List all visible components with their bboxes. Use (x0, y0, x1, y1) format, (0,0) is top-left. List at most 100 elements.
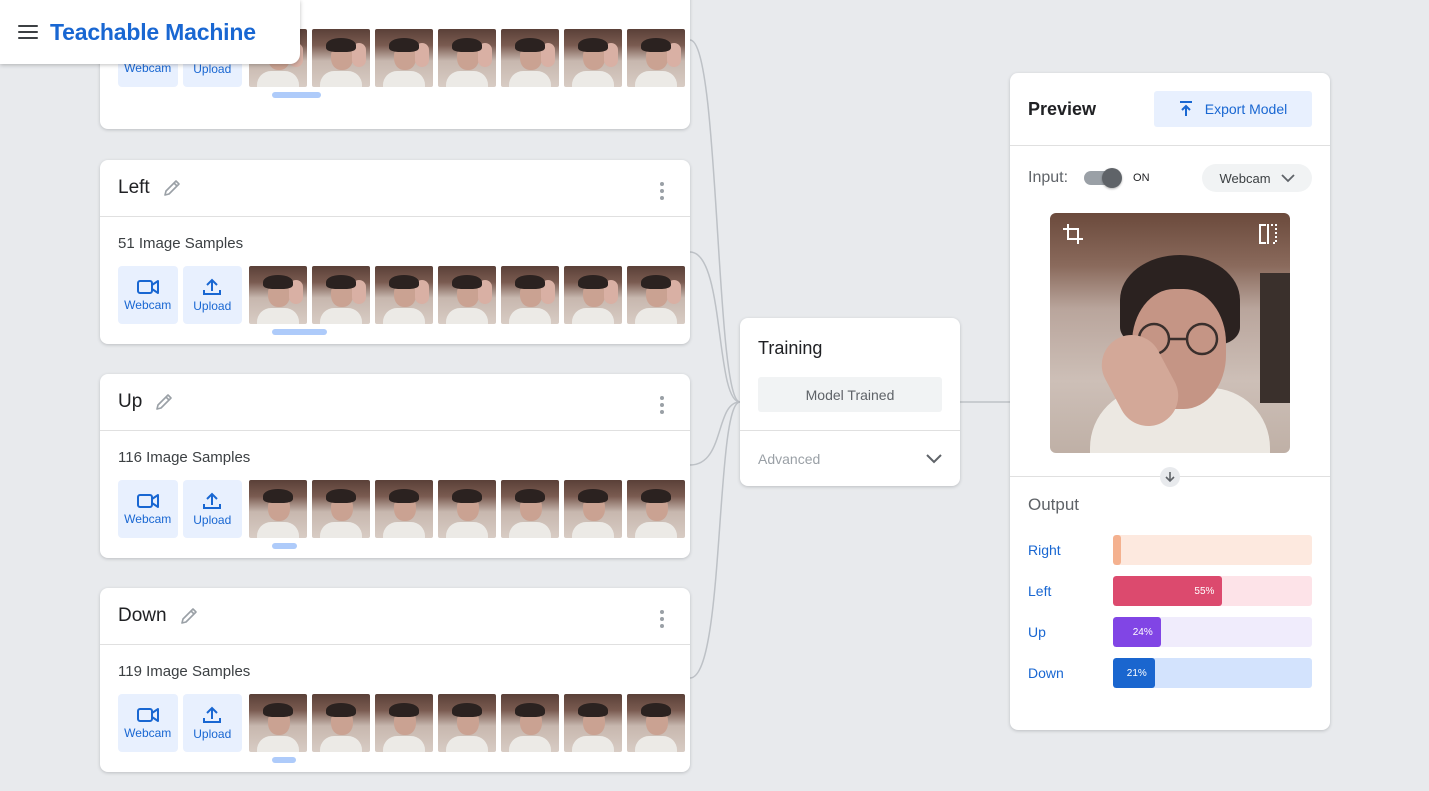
advanced-toggle[interactable]: Advanced (740, 430, 960, 486)
class-name[interactable]: Up (118, 391, 142, 413)
output-row-right: Right (1028, 535, 1312, 565)
webcam-preview (1050, 213, 1290, 453)
upload-button-label: Upload (193, 298, 232, 313)
sample-thumbnail[interactable] (438, 266, 496, 324)
thumbnail-scrollbar[interactable] (272, 92, 321, 98)
sample-thumbnail[interactable] (564, 480, 622, 538)
sample-thumbnail[interactable] (501, 266, 559, 324)
sample-count: 116 Image Samples (118, 449, 251, 466)
sample-thumbnail[interactable] (627, 480, 685, 538)
chevron-down-icon (926, 453, 942, 463)
input-source-select[interactable]: Webcam (1202, 164, 1312, 192)
class-card-up: Up 116 Image Samples Webcam Upload (100, 374, 690, 558)
crop-icon[interactable] (1062, 223, 1084, 245)
output-label: Up (1028, 624, 1046, 640)
class-card-header: Up (100, 374, 690, 431)
sample-thumbnail[interactable] (249, 694, 307, 752)
chevron-down-icon (1280, 173, 1295, 182)
sample-thumbnail[interactable] (627, 266, 685, 324)
sample-thumbnail[interactable] (627, 694, 685, 752)
thumbnail-scrollbar[interactable] (272, 543, 297, 549)
sample-thumbnail[interactable] (627, 29, 685, 87)
sample-thumbnails[interactable] (249, 480, 690, 538)
sample-thumbnail[interactable] (501, 480, 559, 538)
sample-thumbnail[interactable] (312, 694, 370, 752)
input-source-value: Webcam (1219, 170, 1271, 186)
confidence-fill: 21% (1113, 658, 1155, 688)
sample-thumbnail[interactable] (375, 29, 433, 87)
arrow-down-icon[interactable] (1160, 467, 1180, 487)
sample-thumbnail[interactable] (249, 480, 307, 538)
class-card-left: Left 51 Image Samples Webcam Upload (100, 160, 690, 344)
webcam-button[interactable]: Webcam (118, 266, 178, 324)
output-row-left: Left 55% (1028, 576, 1312, 606)
thumbnail-scrollbar[interactable] (272, 757, 296, 763)
sample-thumbnail[interactable] (438, 480, 496, 538)
confidence-bar: 24% (1113, 617, 1312, 647)
upload-icon (203, 492, 222, 509)
sample-thumbnail[interactable] (564, 29, 622, 87)
edit-pencil-icon[interactable] (154, 392, 174, 412)
sample-thumbnail[interactable] (438, 694, 496, 752)
webcam-button[interactable]: Webcam (118, 694, 178, 752)
sample-count: 119 Image Samples (118, 663, 251, 680)
sample-thumbnail[interactable] (564, 694, 622, 752)
sample-thumbnail[interactable] (375, 266, 433, 324)
sample-thumbnail[interactable] (375, 694, 433, 752)
output-title: Output (1028, 495, 1080, 514)
training-title: Training (758, 338, 823, 358)
sample-thumbnails[interactable] (249, 266, 690, 324)
upload-button[interactable]: Upload (182, 266, 242, 324)
app-header: Teachable Machine (0, 0, 300, 64)
class-name[interactable]: Left (118, 177, 150, 199)
hamburger-menu-icon[interactable] (18, 21, 38, 43)
export-upload-icon (1179, 101, 1192, 116)
sample-thumbnail[interactable] (501, 29, 559, 87)
more-options-icon[interactable] (660, 610, 664, 631)
sample-thumbnail[interactable] (312, 29, 370, 87)
edit-pencil-icon[interactable] (162, 178, 182, 198)
confidence-bar: 21% (1113, 658, 1312, 688)
sample-thumbnails[interactable] (249, 29, 690, 87)
upload-icon (203, 278, 222, 295)
output-row-up: Up 24% (1028, 617, 1312, 647)
input-toggle[interactable] (1084, 168, 1123, 188)
export-model-label: Export Model (1204, 101, 1288, 117)
sample-thumbnail[interactable] (375, 480, 433, 538)
sample-thumbnail[interactable] (312, 480, 370, 538)
webcam-button[interactable]: Webcam (118, 480, 178, 538)
upload-button[interactable]: Upload (182, 480, 242, 538)
webcam-button-label: Webcam (124, 297, 172, 312)
thumbnail-scrollbar[interactable] (272, 329, 327, 335)
output-row-down: Down 21% (1028, 658, 1312, 688)
sample-thumbnail[interactable] (501, 694, 559, 752)
output-label: Left (1028, 583, 1052, 599)
sample-thumbnail[interactable] (438, 29, 496, 87)
edit-pencil-icon[interactable] (179, 606, 199, 626)
more-options-icon[interactable] (660, 396, 664, 417)
sample-thumbnails[interactable] (249, 694, 690, 752)
output-label: Down (1028, 665, 1064, 681)
more-options-icon[interactable] (660, 182, 664, 203)
sample-thumbnail[interactable] (312, 266, 370, 324)
app-logo[interactable]: Teachable Machine (50, 19, 256, 46)
flip-horizontal-icon[interactable] (1258, 223, 1278, 245)
train-model-button[interactable]: Model Trained (758, 377, 942, 412)
advanced-label: Advanced (758, 450, 821, 467)
class-name[interactable]: Down (118, 605, 167, 627)
confidence-fill: 24% (1113, 617, 1161, 647)
class-card-down: Down 119 Image Samples Webcam Upload (100, 588, 690, 772)
export-model-button[interactable]: Export Model (1154, 91, 1312, 127)
upload-button[interactable]: Upload (182, 694, 242, 752)
sample-thumbnail[interactable] (249, 266, 307, 324)
output-label: Right (1028, 542, 1061, 558)
videocam-icon (136, 493, 159, 508)
preview-title: Preview (1028, 98, 1097, 119)
videocam-icon (136, 279, 159, 294)
upload-button-label: Upload (193, 512, 232, 527)
webcam-button-label: Webcam (124, 725, 172, 740)
upload-button-label: Upload (193, 726, 232, 741)
sample-thumbnail[interactable] (564, 266, 622, 324)
webcam-button-label: Webcam (124, 511, 172, 526)
toggle-state-label: ON (1133, 172, 1150, 184)
